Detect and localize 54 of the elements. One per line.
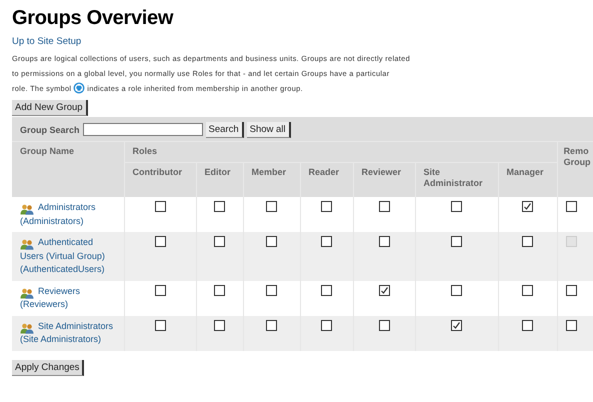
role-checkbox[interactable] xyxy=(214,236,225,247)
role-checkbox[interactable] xyxy=(522,236,534,247)
role-checkbox[interactable] xyxy=(378,201,390,212)
role-checkbox[interactable] xyxy=(214,201,225,212)
role-checkbox[interactable] xyxy=(451,236,462,247)
role-checkbox[interactable] xyxy=(451,201,462,212)
remove-checkbox[interactable] xyxy=(566,320,577,330)
column-header: Reader xyxy=(300,162,353,197)
show-all-button[interactable]: Show all xyxy=(246,122,291,138)
group-search-label: Group Search xyxy=(20,124,80,134)
role-checkbox[interactable] xyxy=(522,284,534,296)
role-checkbox[interactable] xyxy=(378,284,390,296)
inherited-role-icon xyxy=(73,82,86,94)
up-to-site-setup-link[interactable]: Up to Site Setup xyxy=(12,36,82,48)
role-checkbox[interactable] xyxy=(378,320,390,330)
group-icon xyxy=(20,204,34,215)
group-icon xyxy=(20,239,34,250)
role-checkbox[interactable] xyxy=(266,236,277,247)
role-checkbox[interactable] xyxy=(378,236,390,247)
role-checkbox[interactable] xyxy=(214,320,225,330)
column-header: Remo Group xyxy=(557,142,593,197)
role-checkbox[interactable] xyxy=(266,320,277,330)
role-checkbox[interactable] xyxy=(321,320,332,330)
column-header: Editor xyxy=(196,162,243,197)
role-checkbox[interactable] xyxy=(154,320,166,330)
role-checkbox[interactable] xyxy=(214,284,225,296)
group-icon xyxy=(20,288,34,298)
role-checkbox[interactable] xyxy=(154,236,166,247)
role-checkbox[interactable] xyxy=(451,320,462,330)
group-search-field[interactable] xyxy=(82,123,203,136)
remove-checkbox[interactable] xyxy=(566,284,577,296)
column-header: Contributor xyxy=(124,162,196,197)
column-header: Roles xyxy=(124,142,558,162)
column-header: Reviewer xyxy=(353,162,415,197)
add-new-group-button[interactable]: Add New Group xyxy=(12,100,88,116)
role-checkbox[interactable] xyxy=(321,201,332,212)
apply-changes-button[interactable]: Apply Changes xyxy=(12,360,84,376)
role-checkbox[interactable] xyxy=(266,201,277,212)
role-checkbox[interactable] xyxy=(321,284,332,296)
group-icon xyxy=(20,322,34,334)
role-checkbox[interactable] xyxy=(451,284,462,296)
role-checkbox[interactable] xyxy=(522,320,534,330)
column-header: Manager xyxy=(498,162,558,197)
column-header: Site Administrator xyxy=(415,162,498,197)
role-checkbox[interactable] xyxy=(522,201,534,212)
column-header: Group Name xyxy=(12,142,124,197)
role-checkbox[interactable] xyxy=(266,284,277,296)
column-header: Member xyxy=(243,162,300,197)
role-checkbox[interactable] xyxy=(154,201,166,212)
search-button[interactable]: Search xyxy=(206,122,244,138)
page-title: Groups Overview xyxy=(12,6,174,30)
role-checkbox[interactable] xyxy=(321,236,332,247)
remove-checkbox[interactable] xyxy=(566,201,577,212)
role-checkbox[interactable] xyxy=(154,284,166,296)
